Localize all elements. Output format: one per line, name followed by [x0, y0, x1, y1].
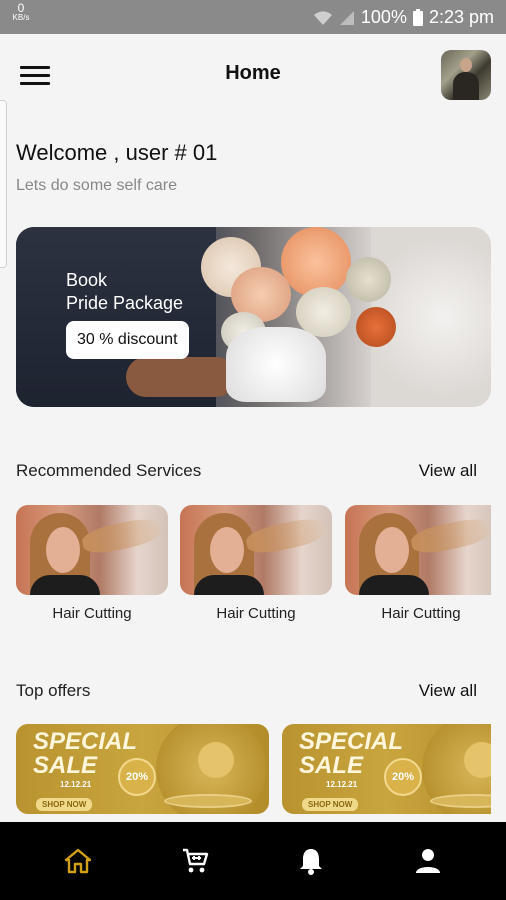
bottom-navigation [0, 822, 506, 900]
offer-card[interactable]: SPECIAL SALE 12.12.21 20% SHOP NOW [282, 724, 491, 814]
service-label: Hair Cutting [52, 605, 132, 622]
cart-icon [182, 848, 208, 873]
service-label: Hair Cutting [381, 605, 461, 622]
offer-shop-now-button[interactable]: SHOP NOW [302, 798, 359, 811]
user-avatar[interactable] [441, 50, 491, 100]
data-rate-indicator: 0 KB/s [10, 1, 32, 22]
offer-date: 12.12.21 [326, 780, 358, 789]
page-title: Home [225, 62, 281, 84]
bell-icon [300, 849, 323, 875]
service-image [16, 505, 168, 595]
app-header: Home [0, 34, 506, 120]
offers-section-title: Top offers [16, 681, 91, 700]
promo-banner[interactable]: Book Pride Package 30 % discount [16, 227, 491, 407]
service-card[interactable]: Hair Cutting [16, 505, 168, 622]
home-icon [65, 848, 92, 874]
welcome-subtitle: Lets do some self care [16, 177, 177, 194]
profile-icon [415, 849, 440, 873]
banner-image-hand [126, 357, 236, 397]
nav-cart[interactable] [165, 831, 225, 891]
offer-percent-badge: 20% [384, 758, 422, 796]
battery-percent: 100% [360, 7, 407, 27]
banner-title-line2: Pride Package [66, 293, 184, 313]
data-rate-value: 0 [17, 1, 25, 15]
offer-card[interactable]: SPECIAL SALE 12.12.21 20% SHOP NOW [16, 724, 269, 814]
discount-badge[interactable]: 30 % discount [66, 321, 189, 359]
recommended-view-all-link[interactable]: View all [419, 461, 477, 481]
service-image [180, 505, 332, 595]
nav-notifications[interactable] [281, 831, 341, 891]
recommended-section-title: Recommended Services [16, 461, 202, 480]
drawer-edge-handle[interactable] [0, 100, 7, 268]
welcome-greeting: Welcome , user # 01 [16, 140, 218, 165]
signal-icon [339, 10, 355, 26]
service-card[interactable]: Hair Cutting [180, 505, 332, 622]
offer-percent-badge: 20% [118, 758, 156, 796]
nav-home[interactable] [48, 831, 108, 891]
battery-icon [412, 9, 423, 26]
banner-title: Book Pride Package [66, 269, 183, 315]
clock-time: 2:23 pm [428, 7, 494, 27]
service-label: Hair Cutting [216, 605, 296, 622]
nav-profile[interactable] [398, 831, 458, 891]
wifi-icon [313, 10, 333, 26]
data-rate-unit: KB/s [12, 13, 30, 22]
offers-view-all-link[interactable]: View all [419, 681, 477, 701]
banner-title-line1: Book [66, 270, 108, 290]
service-image [345, 505, 491, 595]
status-bar: 0 KB/s 100% 2:23 pm [0, 0, 506, 34]
service-card[interactable]: Hair Cutting [345, 505, 491, 622]
offer-date: 12.12.21 [60, 780, 92, 789]
offer-shop-now-button[interactable]: SHOP NOW [36, 798, 93, 811]
